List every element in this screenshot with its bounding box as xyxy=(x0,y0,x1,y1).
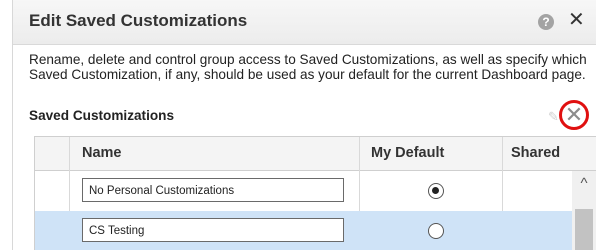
customizations-table: Name My Default Shared No Personal Custo… xyxy=(34,136,596,250)
customization-name-input[interactable]: CS Testing xyxy=(82,218,344,242)
customization-name-input[interactable]: No Personal Customizations xyxy=(82,178,344,202)
dialog-description: Rename, delete and control group access … xyxy=(29,52,587,82)
dialog-titlebar: Edit Saved Customizations ? ✕ xyxy=(13,0,596,45)
table-scrollbar[interactable]: ^ xyxy=(572,171,596,250)
column-header-my-default[interactable]: My Default xyxy=(371,145,444,161)
column-header-name[interactable]: Name xyxy=(82,145,122,161)
table-header: Name My Default Shared xyxy=(35,137,596,171)
dialog-title: Edit Saved Customizations xyxy=(29,11,248,30)
scroll-thumb[interactable] xyxy=(575,209,593,250)
section-label: Saved Customizations xyxy=(29,108,175,123)
default-radio[interactable] xyxy=(428,183,444,199)
default-radio[interactable] xyxy=(428,223,444,239)
table-row[interactable]: No Personal Customizations xyxy=(35,171,596,211)
table-row[interactable]: CS Testing xyxy=(35,211,596,250)
edit-saved-customizations-dialog: Edit Saved Customizations ? ✕ Rename, de… xyxy=(12,0,596,250)
close-icon[interactable]: ✕ xyxy=(568,9,585,31)
delete-icon[interactable]: ✕ xyxy=(562,103,586,127)
column-header-shared[interactable]: Shared xyxy=(511,145,560,161)
edit-icon[interactable]: ✎ xyxy=(548,109,559,125)
help-icon[interactable]: ? xyxy=(538,14,554,30)
scroll-up-icon[interactable]: ^ xyxy=(572,171,596,195)
delete-highlight-circle: ✕ xyxy=(559,100,589,130)
